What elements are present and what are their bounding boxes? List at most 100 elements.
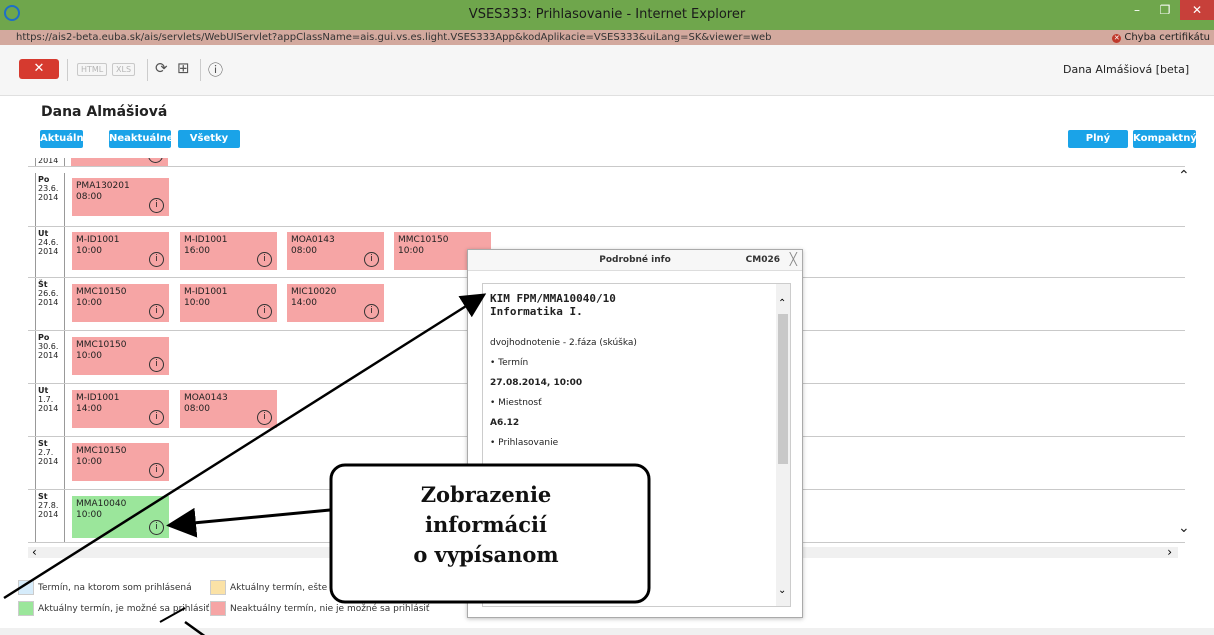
filter-all-button[interactable]: Všetky [178,130,240,148]
info-icon[interactable]: i [149,463,164,478]
scroll-down-icon[interactable]: ⌄ [1178,520,1190,536]
day-year: 2014 [38,510,59,519]
legend-label: Termín, na ktorom som prihlásená [38,583,192,593]
card-code: MMC10150 [76,340,127,350]
exam-card[interactable]: M-ID1001 10:00 i [72,232,169,270]
exam-card[interactable]: M-ID1001 16:00 i [180,232,277,270]
day-name: Po [38,333,50,342]
export-html-button[interactable]: HTML [77,63,108,76]
address-bar[interactable]: https://ais2-beta.euba.sk/ais/servlets/W… [0,30,1214,45]
card-time: 10:00 [398,246,424,256]
day-name: St [38,492,48,501]
callout-text: Zobrazenie informácií o vypísanom [319,480,653,570]
day-year: 2014 [38,298,59,307]
scroll-thumb[interactable] [778,314,788,464]
scroll-down-icon[interactable]: ⌄ [778,585,786,596]
app-toolbar: ✕ HTML XLS ⟳ ⊞ ⓘ Dana Almášiová [beta] [0,45,1214,96]
day-date: 26.6. [38,289,59,298]
info-icon[interactable]: i [364,304,379,319]
exam-card[interactable]: M-ID1001 10:00 i [180,284,277,322]
day-cell: Ut 1.7. 2014 [35,384,65,436]
exam-card[interactable]: MIC10020 14:00 i [287,284,384,322]
legend-current-pending: Aktuálny termín, ešte [210,580,327,595]
refresh-icon[interactable]: ⟳ [155,59,168,77]
toolbar-divider [147,59,148,81]
table-row: 2014 i [28,158,1185,167]
scroll-right-icon[interactable]: › [1167,545,1172,559]
card-time: 16:00 [184,246,210,256]
layout-icon[interactable]: ⊞ [177,59,190,77]
info-icon[interactable]: i [257,304,272,319]
card-time: 10:00 [76,457,102,467]
legend-registered: Termín, na ktorom som prihlásená [18,580,192,595]
legend-swatch [18,601,34,616]
day-cell: Po 23.6. 2014 [35,173,65,226]
exam-card[interactable]: i [71,158,168,166]
exam-card[interactable]: MMC10150 10:00 i [72,284,169,322]
card-code: M-ID1001 [76,393,120,403]
close-app-button[interactable]: ✕ [19,59,59,79]
callout-line: o vypísanom [413,542,559,567]
popup-scrollbar[interactable]: ⌃ ⌄ [776,284,790,606]
legend-swatch [210,580,226,595]
info-icon[interactable]: i [149,252,164,267]
scroll-left-icon[interactable]: ‹ [32,545,37,559]
card-time: 10:00 [76,246,102,256]
exam-card[interactable]: MOA0143 08:00 i [180,390,277,428]
annotation-callout: Zobrazenie informácií o vypísanom [319,462,653,605]
maximize-button[interactable]: ❐ [1151,0,1179,20]
page-title: Dana Almášiová [41,104,168,120]
exam-card[interactable]: M-ID1001 14:00 i [72,390,169,428]
room-value: A6.12 [490,418,520,428]
filter-current-button[interactable]: Aktuálne [40,130,90,148]
exam-card[interactable]: MMC10150 10:00 i [72,443,169,481]
day-date: 23.6. [38,184,59,193]
info-icon[interactable]: i [257,252,272,267]
info-icon[interactable]: i [149,198,164,213]
day-date: 24.6. [38,238,59,247]
scroll-up-icon[interactable]: ⌃ [778,298,786,309]
info-icon[interactable]: ⓘ [208,59,223,80]
legend-label: Aktuálny termín, ešte [230,583,328,593]
filter-past-button[interactable]: Neaktuálne [109,130,174,148]
cert-error-icon: ✕ [1112,34,1122,43]
exam-type: dvojhodnotenie - 2.fáza (skúška) [490,338,637,348]
info-icon[interactable]: i [149,357,164,372]
info-icon[interactable]: i [257,410,272,425]
close-icon[interactable]: ╳ [790,252,797,266]
card-code: PMA130201 [76,181,130,191]
info-icon[interactable]: i [148,158,163,163]
card-code: M-ID1001 [184,287,228,297]
cert-error-label: Chyba certifikátu [1124,32,1210,43]
exam-card[interactable]: MMC10150 10:00 i [72,337,169,375]
exam-card[interactable]: PMA130201 08:00 i [72,178,169,216]
status-bar [0,628,1214,635]
info-icon[interactable]: i [364,252,379,267]
close-window-button[interactable]: ✕ [1180,0,1214,20]
minimize-button[interactable]: – [1123,0,1151,20]
day-name: St [38,439,48,448]
info-icon[interactable]: i [149,410,164,425]
exam-card-registered[interactable]: MMA10040 10:00 i [72,496,169,538]
card-time: 14:00 [76,404,102,414]
day-year: 2014 [38,457,59,466]
export-xls-button[interactable]: XLS [112,63,136,76]
card-code: M-ID1001 [184,235,228,245]
scroll-up-icon[interactable]: ⌃ [1178,168,1190,184]
info-icon[interactable]: i [149,520,164,535]
day-date: 1.7. [38,395,54,404]
exam-card[interactable]: MOA0143 08:00 i [287,232,384,270]
info-icon[interactable]: i [149,304,164,319]
day-year: 2014 [38,158,59,165]
table-row: Po 23.6. 2014 PMA130201 08:00 i [28,173,1185,227]
url-text[interactable]: https://ais2-beta.euba.sk/ais/servlets/W… [16,30,772,45]
card-code: M-ID1001 [76,235,120,245]
callout-line: informácií [425,512,547,537]
room-label: • Miestnosť [490,398,542,408]
view-full-button[interactable]: Plný [1068,130,1128,148]
card-code: MOA0143 [291,235,335,245]
view-compact-button[interactable]: Kompaktný [1133,130,1197,148]
card-code: MMA10040 [76,499,127,509]
certificate-error[interactable]: ✕ Chyba certifikátu [1112,30,1210,45]
card-code: MMC10150 [76,446,127,456]
